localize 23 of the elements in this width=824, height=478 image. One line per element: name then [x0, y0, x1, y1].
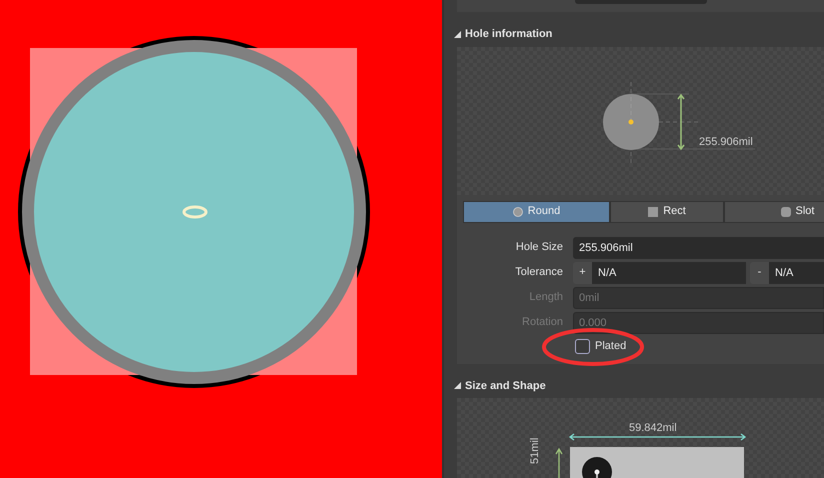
rounded-square-icon — [780, 206, 791, 216]
tolerance-sign-label: + — [573, 262, 592, 284]
field-label: Hole Size — [514, 240, 563, 256]
dimension-label: 255.906mil — [699, 134, 753, 150]
section-title: Size and Shape — [465, 378, 546, 394]
tolerance-field[interactable]: N/A — [592, 262, 746, 284]
shape-tab[interactable]: Round — [463, 200, 610, 222]
shape-tab[interactable]: Rect — [610, 200, 724, 222]
circle-icon — [512, 206, 523, 216]
tolerance-field[interactable]: N/A — [769, 262, 824, 284]
collapse-triangle-icon[interactable] — [454, 30, 461, 38]
checkbox[interactable] — [575, 339, 590, 354]
origin-marker-icon — [182, 206, 208, 218]
collapse-triangle-icon[interactable] — [454, 382, 461, 390]
square-icon — [648, 206, 658, 216]
dimension-label: 51mil — [528, 438, 542, 464]
text-field[interactable]: 255.906mil — [573, 236, 824, 258]
tolerance-sign-label: - — [750, 262, 769, 284]
section-title: Hole information — [465, 27, 552, 42]
field-label: Tolerance — [514, 265, 563, 280]
checkbox-label: Plated — [595, 339, 626, 354]
shape-tab[interactable]: Slot — [724, 200, 824, 222]
dimension-label: 59.842mil — [629, 421, 677, 436]
